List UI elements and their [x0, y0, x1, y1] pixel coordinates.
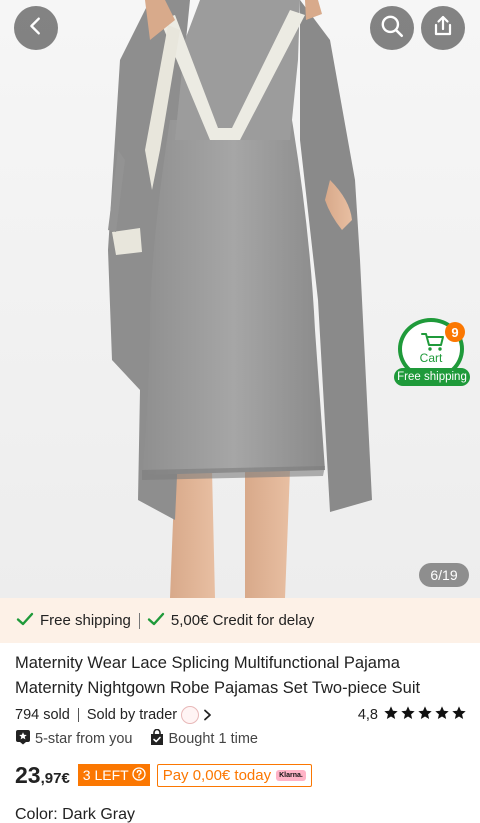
share-button[interactable]	[421, 6, 465, 50]
product-image-gallery[interactable]: 6/19 Cart 9 Free shipping	[0, 0, 480, 598]
check-icon	[16, 611, 34, 631]
purchase-tags-row: 5-star from you Bought 1 time	[15, 728, 274, 750]
star-icon	[383, 705, 399, 725]
seller-name: Sold by trader	[86, 707, 178, 723]
question-icon	[132, 766, 146, 784]
star-icon	[400, 705, 416, 725]
sold-count: 794 sold	[15, 707, 70, 723]
back-button[interactable]	[14, 6, 58, 50]
cart-label: Cart	[419, 351, 443, 365]
seller-link[interactable]: Sold by trader	[87, 706, 212, 724]
bought-text: Bought 1 time	[168, 731, 258, 747]
benefit-divider	[138, 612, 140, 629]
klarna-text: Pay 0,00€ today	[162, 766, 272, 784]
price-row: 23 ,97€ 3 LEFT Pay 0,00€ today Klarna.	[15, 760, 312, 790]
delay-credit-benefit: 5,00€ Credit for delay	[147, 611, 314, 631]
seller-avatar	[181, 706, 200, 724]
rating-stars	[383, 705, 467, 725]
five-star-text: 5-star from you	[35, 731, 133, 747]
meta-divider	[77, 708, 79, 722]
star-icon	[434, 705, 450, 725]
star-icon	[417, 705, 433, 725]
product-meta-row: 794 sold Sold by trader 4,8	[15, 704, 467, 726]
rating[interactable]: 4,8	[358, 705, 467, 725]
shopping-bag-check-icon	[149, 728, 165, 750]
chevron-right-icon	[203, 709, 212, 721]
delay-credit-text: 5,00€ Credit for delay	[170, 612, 315, 629]
free-shipping-text: Free shipping	[40, 612, 131, 629]
klarna-pay-later-badge[interactable]: Pay 0,00€ today Klarna.	[156, 763, 312, 787]
search-button[interactable]	[370, 6, 414, 50]
price-decimal: ,97€	[40, 769, 70, 787]
color-selector-label[interactable]: Color: Dark Gray	[15, 806, 135, 823]
share-icon	[431, 14, 455, 43]
star-icon	[451, 705, 467, 725]
stock-badge[interactable]: 3 LEFT	[77, 764, 150, 786]
stock-text: 3 LEFT	[82, 767, 129, 783]
cart-free-shipping-badge: Free shipping	[394, 368, 470, 386]
product-photo	[0, 0, 480, 598]
cart-count-badge: 9	[445, 322, 465, 342]
search-icon	[379, 13, 405, 44]
five-star-tag: 5-star from you	[15, 729, 133, 749]
price: 23 ,97€	[15, 762, 70, 789]
product-title: Maternity Wear Lace Splicing Multifuncti…	[15, 654, 421, 697]
bought-tag: Bought 1 time	[149, 728, 258, 750]
klarna-logo: Klarna.	[276, 769, 306, 781]
benefits-bar[interactable]: Free shipping 5,00€ Credit for delay	[0, 598, 480, 643]
chevron-left-icon	[25, 15, 47, 42]
free-shipping-benefit: Free shipping	[16, 611, 131, 631]
check-icon	[147, 611, 165, 631]
price-integer: 23	[15, 761, 41, 788]
image-counter: 6/19	[419, 563, 469, 587]
star-badge-icon	[15, 729, 31, 749]
rating-value: 4,8	[357, 707, 378, 723]
